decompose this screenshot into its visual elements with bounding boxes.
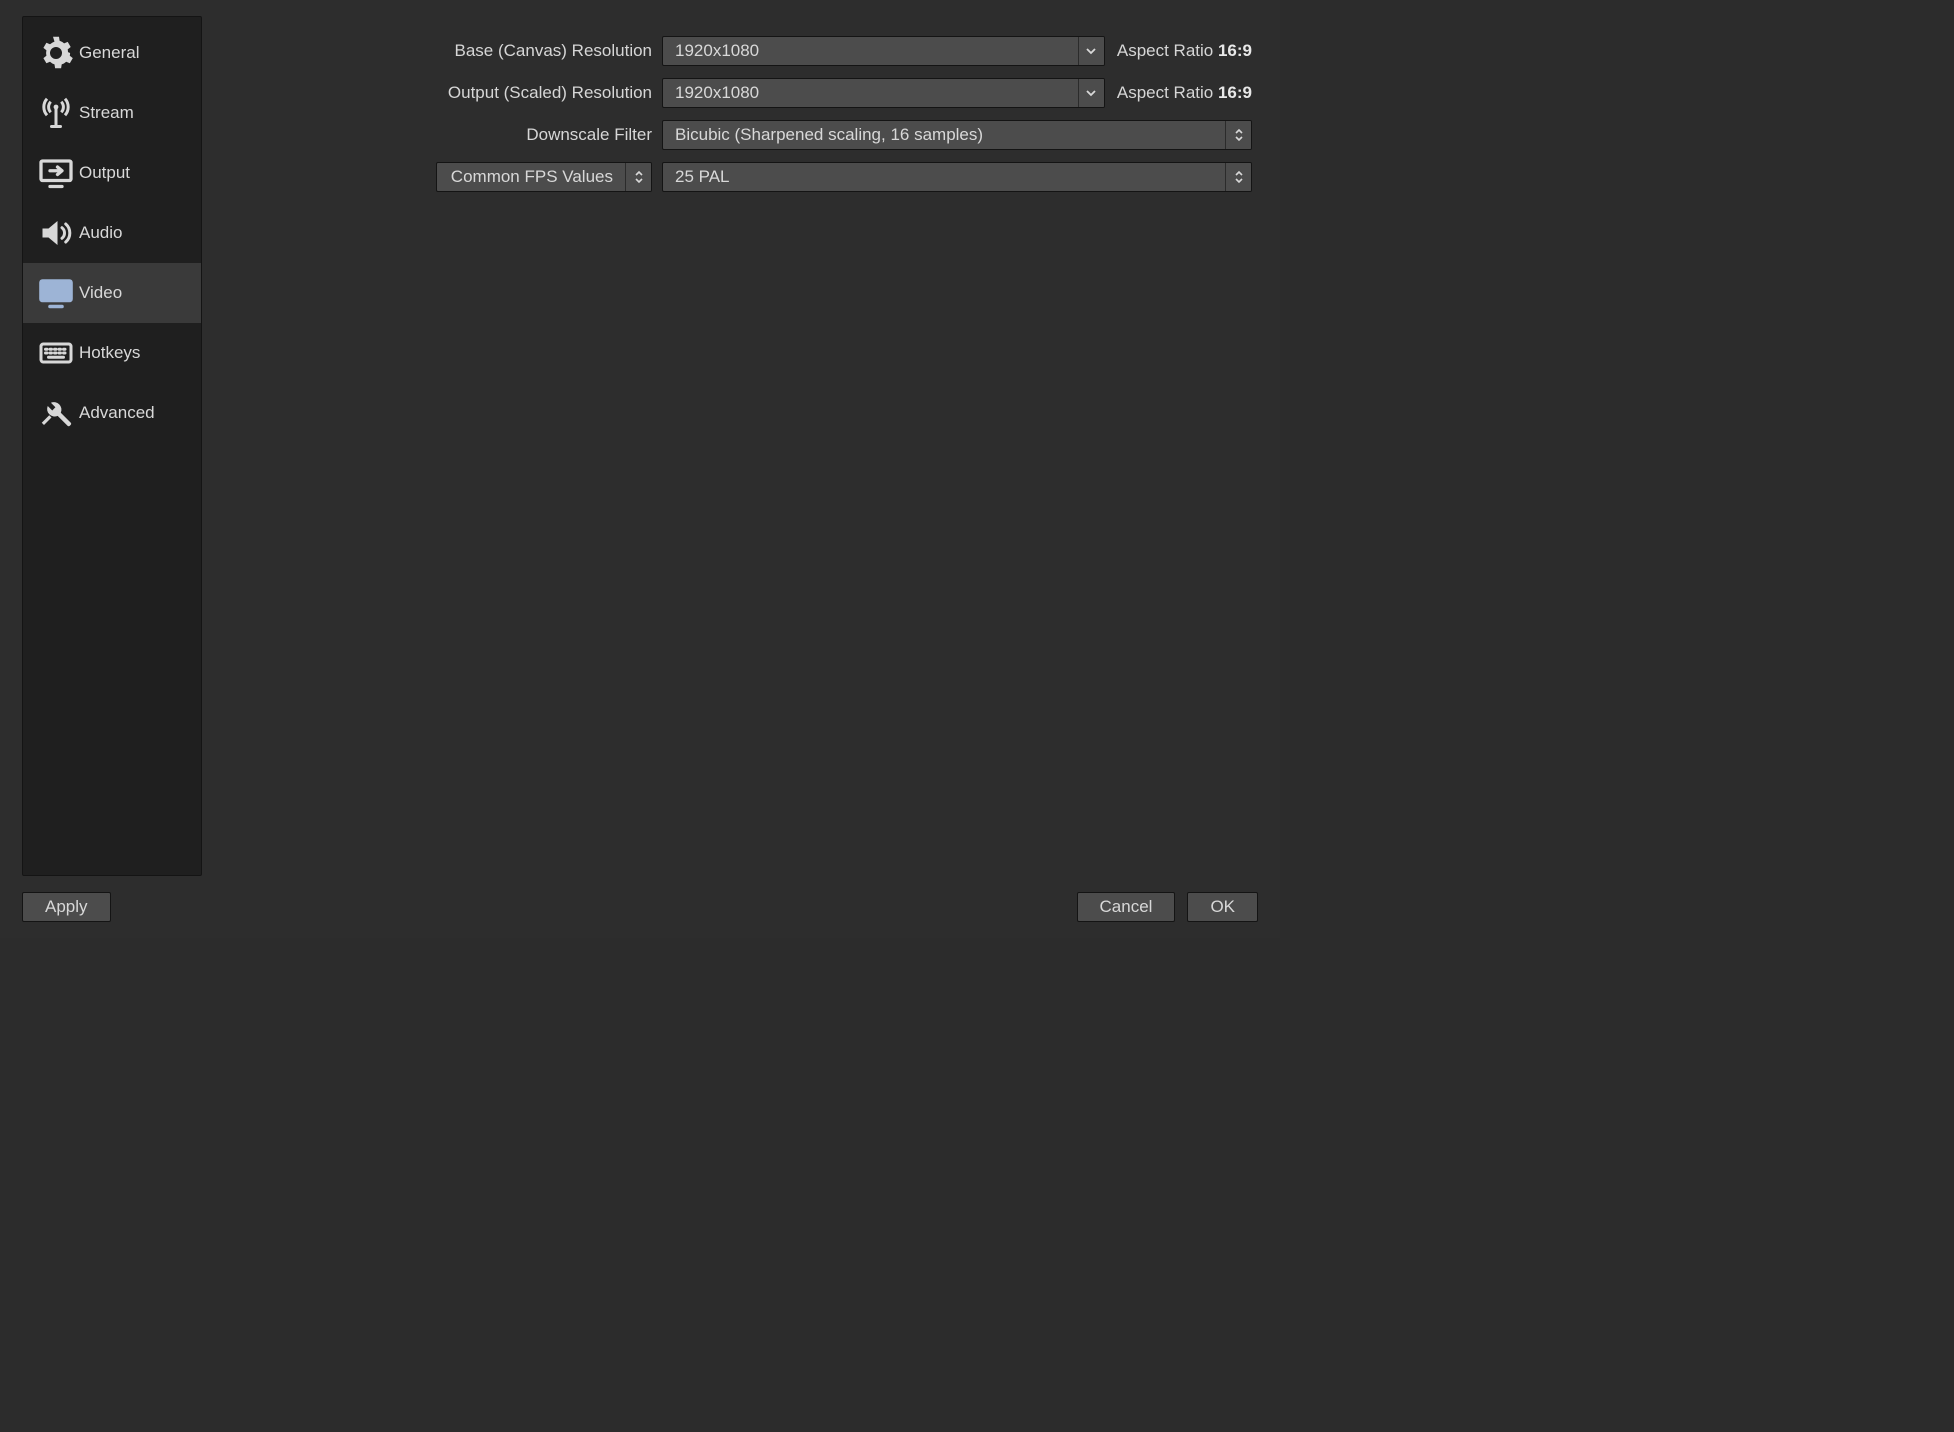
combo-value: 25 PAL — [663, 167, 1225, 187]
gear-icon — [33, 35, 79, 71]
tools-icon — [33, 395, 79, 431]
label-downscale-filter: Downscale Filter — [202, 125, 662, 145]
output-resolution-combo[interactable]: 1920x1080 — [662, 78, 1105, 108]
row-fps: Common FPS Values 25 PAL — [202, 162, 1252, 192]
row-downscale-filter: Downscale Filter Bicubic (Sharpened scal… — [202, 120, 1252, 150]
stepper-icon[interactable] — [1225, 163, 1251, 191]
sidebar-item-audio[interactable]: Audio — [23, 203, 201, 263]
sidebar-item-label: Output — [79, 163, 130, 183]
stepper-icon[interactable] — [625, 163, 651, 191]
aspect-ratio-base: Aspect Ratio 16:9 — [1105, 41, 1252, 61]
sidebar-item-advanced[interactable]: Advanced — [23, 383, 201, 443]
button-bar: Apply Cancel OK — [0, 876, 1280, 938]
content-area: General Stream — [0, 0, 1280, 876]
sidebar-item-label: Hotkeys — [79, 343, 140, 363]
sidebar-item-label: Stream — [79, 103, 134, 123]
label-output-resolution: Output (Scaled) Resolution — [202, 83, 662, 103]
sidebar-item-output[interactable]: Output — [23, 143, 201, 203]
combo-value: 1920x1080 — [663, 41, 1078, 61]
chevron-down-icon[interactable] — [1078, 79, 1104, 107]
chevron-down-icon[interactable] — [1078, 37, 1104, 65]
aspect-ratio-output: Aspect Ratio 16:9 — [1105, 83, 1252, 103]
antenna-icon — [33, 95, 79, 131]
ok-button[interactable]: OK — [1187, 892, 1258, 922]
monitor-icon — [33, 275, 79, 311]
output-icon — [33, 155, 79, 191]
apply-button[interactable]: Apply — [22, 892, 111, 922]
combo-value: Common FPS Values — [437, 167, 625, 187]
settings-sidebar: General Stream — [22, 16, 202, 876]
sidebar-item-label: Video — [79, 283, 122, 303]
combo-value: Bicubic (Sharpened scaling, 16 samples) — [663, 125, 1225, 145]
downscale-filter-select[interactable]: Bicubic (Sharpened scaling, 16 samples) — [662, 120, 1252, 150]
combo-value: 1920x1080 — [663, 83, 1078, 103]
sidebar-item-label: Audio — [79, 223, 122, 243]
settings-pane-video: Base (Canvas) Resolution 1920x1080 Aspec… — [202, 16, 1280, 876]
sidebar-item-stream[interactable]: Stream — [23, 83, 201, 143]
stepper-icon[interactable] — [1225, 121, 1251, 149]
settings-window: General Stream — [0, 0, 1280, 938]
sidebar-item-label: General — [79, 43, 139, 63]
sidebar-item-general[interactable]: General — [23, 23, 201, 83]
sidebar-item-label: Advanced — [79, 403, 155, 423]
speaker-icon — [33, 215, 79, 251]
fps-value-select[interactable]: 25 PAL — [662, 162, 1252, 192]
sidebar-item-video[interactable]: Video — [23, 263, 201, 323]
sidebar-item-hotkeys[interactable]: Hotkeys — [23, 323, 201, 383]
fps-mode-select[interactable]: Common FPS Values — [436, 162, 652, 192]
label-base-resolution: Base (Canvas) Resolution — [202, 41, 662, 61]
base-resolution-combo[interactable]: 1920x1080 — [662, 36, 1105, 66]
row-output-resolution: Output (Scaled) Resolution 1920x1080 Asp… — [202, 78, 1252, 108]
row-base-resolution: Base (Canvas) Resolution 1920x1080 Aspec… — [202, 36, 1252, 66]
keyboard-icon — [33, 335, 79, 371]
cancel-button[interactable]: Cancel — [1077, 892, 1176, 922]
